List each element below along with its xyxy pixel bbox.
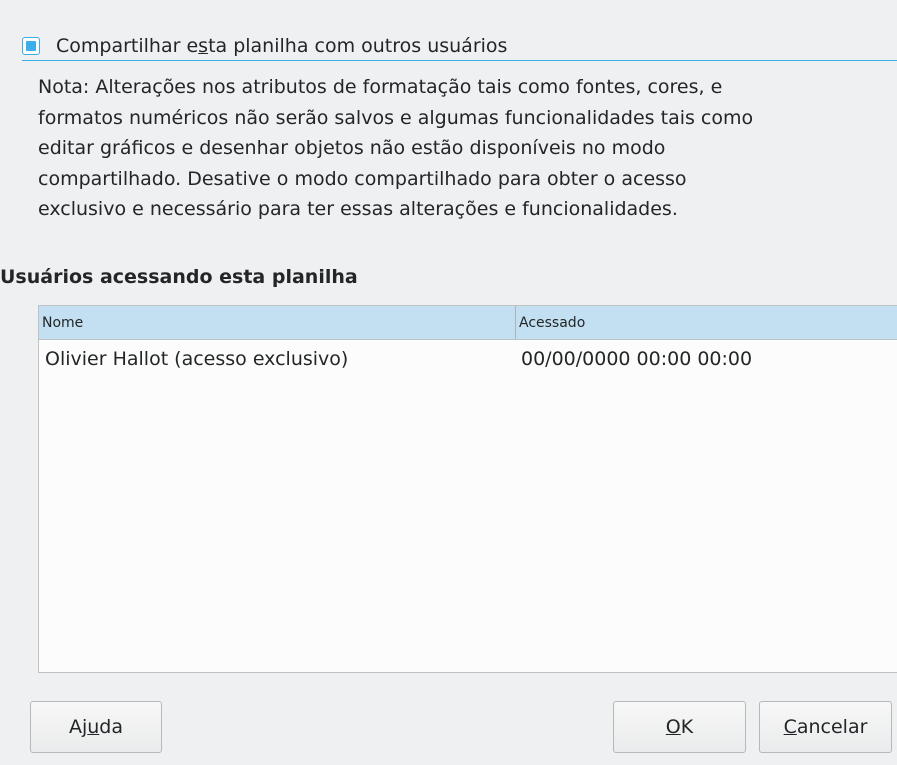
column-header-accessed[interactable]: Acessado — [516, 306, 897, 339]
help-button[interactable]: Aj u da — [30, 701, 162, 753]
cancel-button[interactable]: Cancelar — [759, 701, 892, 753]
user-accessed-cell: 00/00/0000 00:00 00:00 — [521, 348, 753, 370]
users-table-header: Nome Acessado — [39, 306, 897, 340]
share-spreadsheet-label[interactable]: Compartilhar esta planilha com outros us… — [56, 35, 507, 57]
users-section-title: Usuários acessando esta planilha — [0, 266, 358, 288]
shared-mode-note: Nota: Alterações nos atributos de format… — [38, 76, 754, 220]
share-spreadsheet-checkbox-row[interactable]: Compartilhar esta planilha com outros us… — [22, 31, 897, 61]
help-label-mnemonic: u — [87, 716, 100, 738]
cancel-label-mnemonic: C — [783, 716, 797, 738]
share-spreadsheet-checkbox[interactable] — [22, 36, 40, 55]
user-name-cell: Olivier Hallot (acesso exclusivo) — [45, 348, 349, 370]
checkbox-checked-indicator — [26, 40, 36, 51]
share-label-mnemonic: s — [198, 34, 209, 57]
share-label-before: Compartilhar e — [56, 34, 199, 57]
users-table[interactable]: Nome Acessado Olivier Hallot (acesso exc… — [38, 305, 897, 673]
ok-button[interactable]: OK — [613, 701, 746, 753]
help-label-before: Aj — [68, 716, 88, 738]
cancel-label-after: ancelar — [796, 716, 868, 738]
column-header-name[interactable]: Nome — [39, 306, 516, 339]
ok-label-after: K — [680, 716, 694, 738]
table-row[interactable]: Olivier Hallot (acesso exclusivo) 00/00/… — [39, 340, 897, 378]
share-label-after: ta planilha com outros usuários — [208, 34, 508, 57]
ok-label-mnemonic: O — [665, 716, 681, 738]
help-label-after: da — [99, 716, 124, 738]
